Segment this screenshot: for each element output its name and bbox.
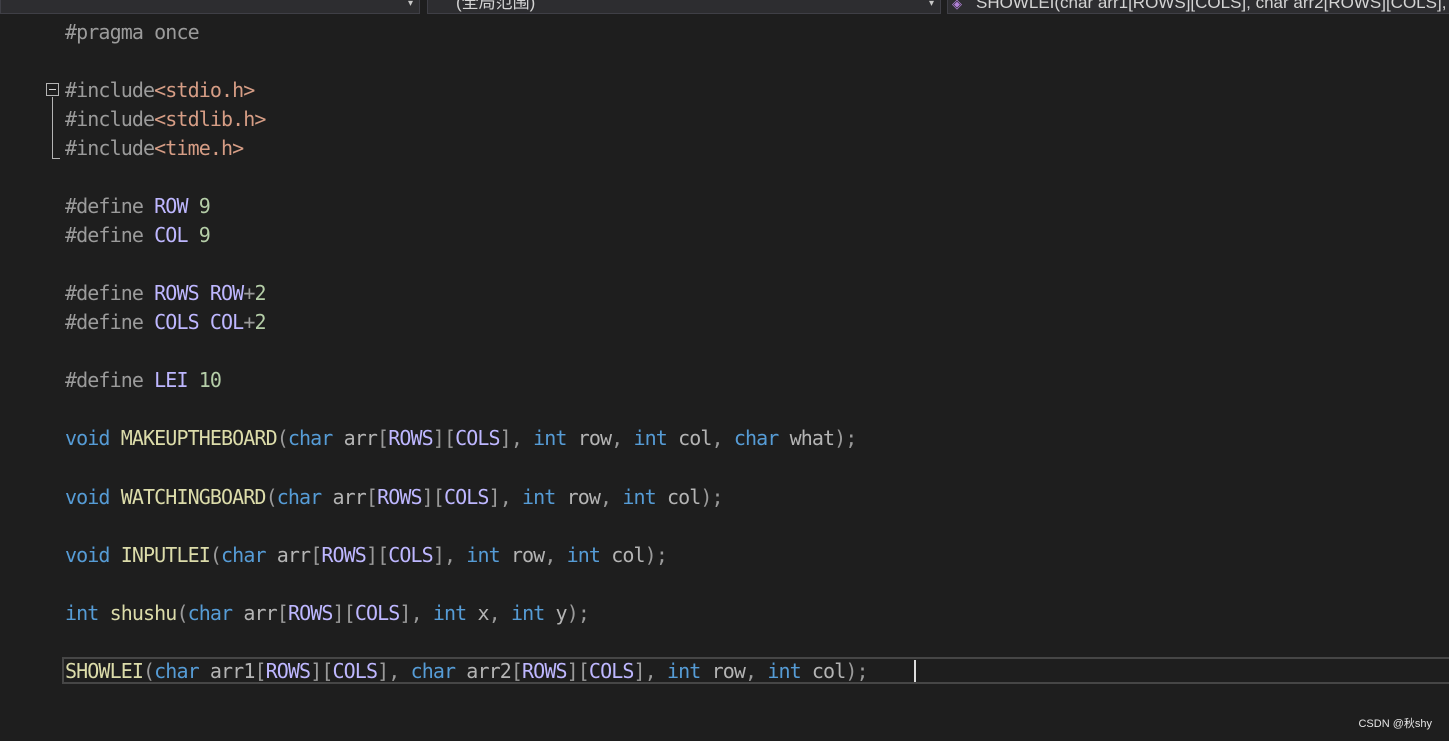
project-dropdown[interactable]: ▾ — [0, 0, 420, 14]
fold-guide-line — [52, 97, 53, 159]
fold-guide-end — [52, 158, 60, 159]
code-line-19[interactable]: void INPUTLEI(char arr[ROWS][COLS], int … — [65, 541, 668, 570]
chevron-down-icon: ▾ — [407, 0, 413, 9]
member-dropdown-label: SHOWLEI(char arr1[ROWS][COLS], char arr2… — [976, 0, 1449, 12]
method-icon: ◈ — [952, 0, 962, 11]
code-line-8[interactable]: #define COL 9 — [65, 221, 211, 250]
scope-dropdown-label: (全局范围) — [456, 0, 536, 12]
navigation-bar: ▾ (全局范围) ▾ ◈ SHOWLEI(char arr1[ROWS][COL… — [0, 0, 1449, 16]
scope-dropdown[interactable]: (全局范围) ▾ — [427, 0, 941, 14]
code-line-21[interactable]: int shushu(char arr[ROWS][COLS], int x, … — [65, 599, 590, 628]
code-line-4[interactable]: #include<stdlib.h> — [65, 105, 266, 134]
watermark: CSDN @秋shy — [1358, 718, 1432, 730]
code-line-7[interactable]: #define ROW 9 — [65, 192, 211, 221]
code-line-17[interactable]: void WATCHINGBOARD(char arr[ROWS][COLS],… — [65, 483, 724, 512]
collapse-region-icon[interactable] — [46, 83, 59, 96]
code-line-3[interactable]: #include<stdio.h> — [65, 76, 255, 105]
text-caret — [914, 660, 916, 682]
code-line-15[interactable]: void MAKEUPTHEBOARD(char arr[ROWS][COLS]… — [65, 424, 857, 453]
code-line-5[interactable]: #include<time.h> — [65, 134, 244, 163]
member-dropdown[interactable]: ◈ SHOWLEI(char arr1[ROWS][COLS], char ar… — [947, 0, 1449, 14]
code-line-23[interactable]: SHOWLEI(char arr1[ROWS][COLS], char arr2… — [65, 657, 869, 686]
chevron-down-icon: ▾ — [928, 0, 934, 9]
code-line-13[interactable]: #define LEI 10 — [65, 366, 222, 395]
code-line-10[interactable]: #define ROWS ROW+2 — [65, 279, 267, 308]
code-line-11[interactable]: #define COLS COL+2 — [65, 308, 267, 337]
code-line-1[interactable]: #pragma once — [65, 18, 200, 47]
